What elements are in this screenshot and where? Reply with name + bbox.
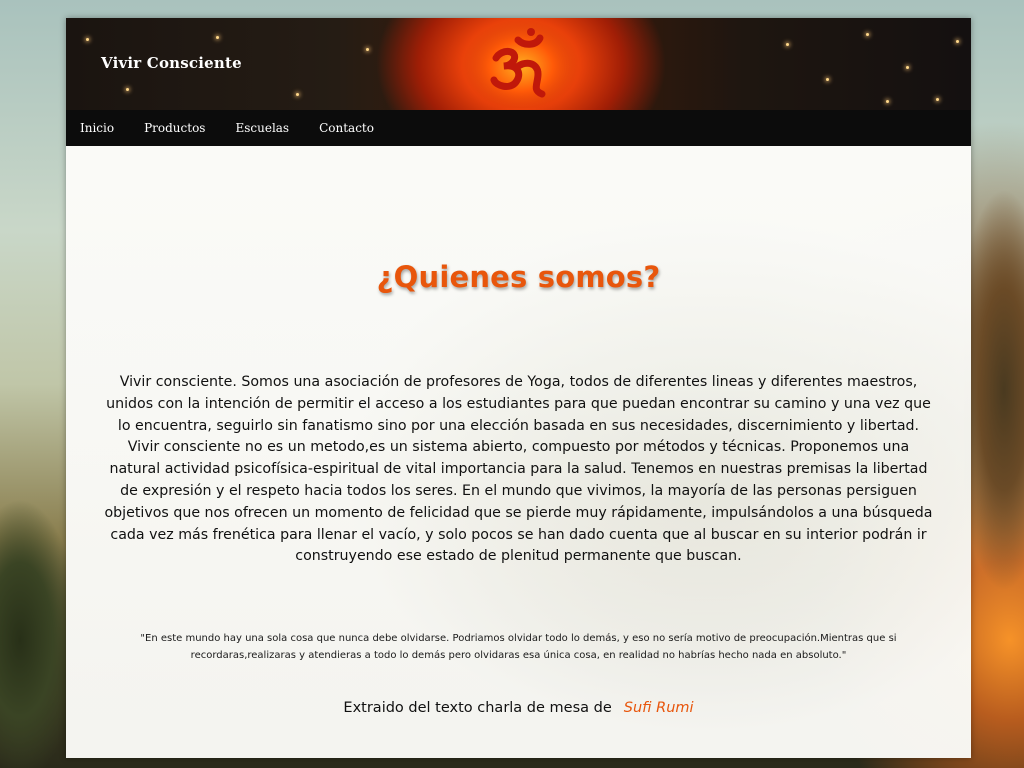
about-paragraph: Vivir consciente no es un metodo,es un s…: [104, 439, 933, 565]
page-container: Vivir Consciente Inicio Productos Escuel…: [66, 18, 971, 758]
sparkle: [906, 66, 909, 69]
page-heading: ¿Quienes somos?: [376, 260, 661, 294]
site-title[interactable]: Vivir Consciente: [101, 54, 242, 72]
sparkle: [866, 33, 869, 36]
nav-item-productos[interactable]: Productos: [144, 121, 205, 135]
sparkle: [886, 100, 889, 103]
main-content: ¿Quienes somos? Vivir consciente. Somos …: [66, 146, 971, 758]
attribution-prefix: Extraido del texto charla de mesa de: [343, 700, 612, 716]
sparkle: [956, 40, 959, 43]
om-symbol-icon: [463, 20, 579, 108]
quote-attribution: Extraido del texto charla de mesa de Sufi…: [66, 700, 971, 716]
attribution-author: Sufi Rumi: [623, 700, 694, 716]
sparkle: [86, 38, 89, 41]
sparkle: [366, 48, 369, 51]
sparkle: [936, 98, 939, 101]
sparkle: [126, 88, 129, 91]
sparkle: [296, 93, 299, 96]
rumi-quote: "En este mundo hay una sola cosa que nun…: [140, 633, 897, 661]
about-text: Vivir consciente. Somos una asociación d…: [102, 372, 935, 568]
background-trees-right: [964, 190, 1024, 610]
about-paragraph: Vivir consciente. Somos una asociación d…: [106, 374, 931, 434]
main-navbar: Inicio Productos Escuelas Contacto: [66, 110, 971, 146]
nav-item-contacto[interactable]: Contacto: [319, 121, 374, 135]
background-foliage-left: [0, 480, 70, 768]
sparkle: [786, 43, 789, 46]
sparkle: [826, 78, 829, 81]
nav-item-escuelas[interactable]: Escuelas: [235, 121, 289, 135]
nav-item-inicio[interactable]: Inicio: [80, 121, 114, 135]
site-banner: Vivir Consciente: [66, 18, 971, 110]
sparkle: [216, 36, 219, 39]
